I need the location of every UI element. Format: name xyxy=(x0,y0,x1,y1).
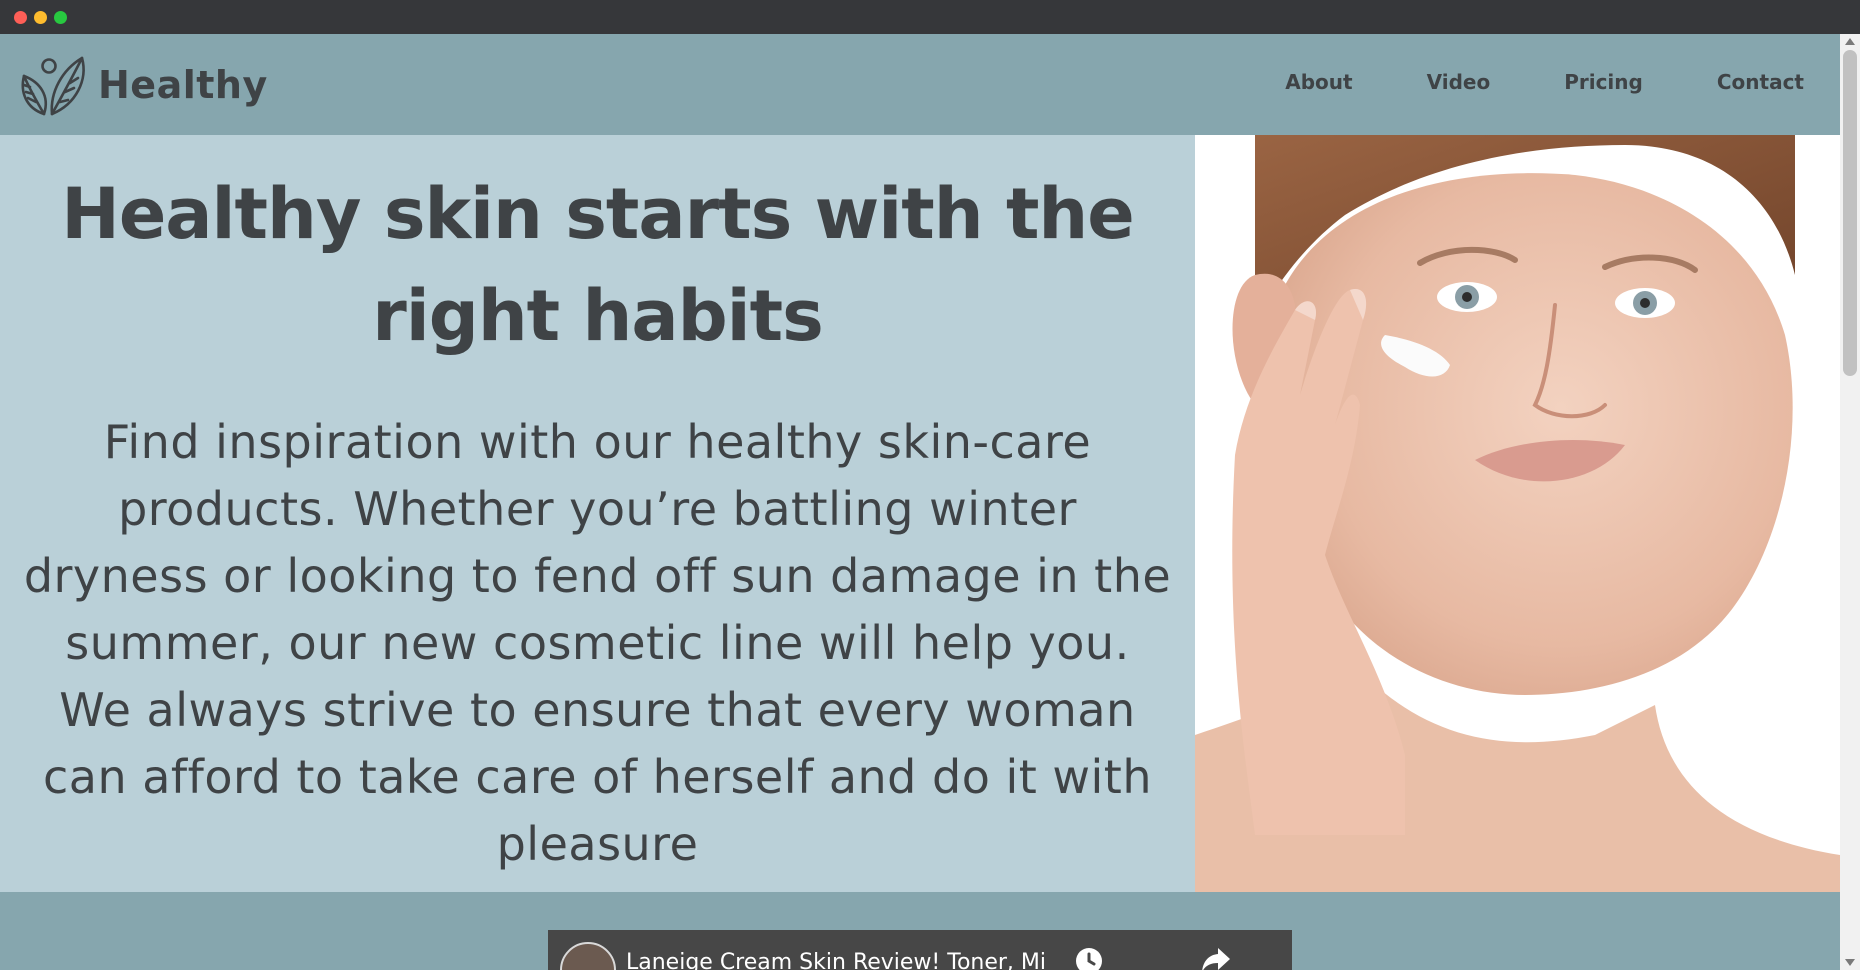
nav-about-link[interactable]: About xyxy=(1285,70,1352,94)
window-titlebar xyxy=(0,0,1860,34)
share-icon[interactable] xyxy=(1200,944,1232,970)
main-nav: About Video Pricing Contact xyxy=(1211,70,1804,94)
close-window-button[interactable] xyxy=(14,11,27,24)
page: Healthy About Video Pricing Contact Heal… xyxy=(0,34,1840,970)
clock-icon[interactable] xyxy=(1074,946,1104,970)
hero-title: Healthy skin starts with the right habit… xyxy=(61,173,1134,357)
maximize-window-button[interactable] xyxy=(54,11,67,24)
nav-video-link[interactable]: Video xyxy=(1427,70,1491,94)
brand-name: Healthy xyxy=(98,63,268,107)
nav-pricing-link[interactable]: Pricing xyxy=(1564,70,1643,94)
scroll-thumb[interactable] xyxy=(1843,50,1857,376)
nav-contact-link[interactable]: Contact xyxy=(1717,70,1804,94)
hero-image xyxy=(1195,135,1840,892)
channel-avatar[interactable] xyxy=(560,942,616,970)
hero-description: Find inspiration with our healthy skin-c… xyxy=(23,415,1172,871)
embedded-video-player[interactable]: Laneige Cream Skin Review! Toner, Mi xyxy=(548,930,1292,970)
site-header: Healthy About Video Pricing Contact xyxy=(0,34,1840,135)
leaf-logo-icon xyxy=(21,56,85,116)
scroll-up-arrow-icon[interactable] xyxy=(1845,38,1855,45)
hero-text-panel: Healthy skin starts with the right habit… xyxy=(0,135,1195,892)
video-title[interactable]: Laneige Cream Skin Review! Toner, Mi xyxy=(626,950,1046,970)
minimize-window-button[interactable] xyxy=(34,11,47,24)
scroll-down-arrow-icon[interactable] xyxy=(1845,959,1855,966)
woman-applying-cream-illustration xyxy=(1195,135,1840,892)
vertical-scrollbar[interactable] xyxy=(1840,34,1860,970)
brand-logo[interactable]: Healthy xyxy=(18,50,268,120)
